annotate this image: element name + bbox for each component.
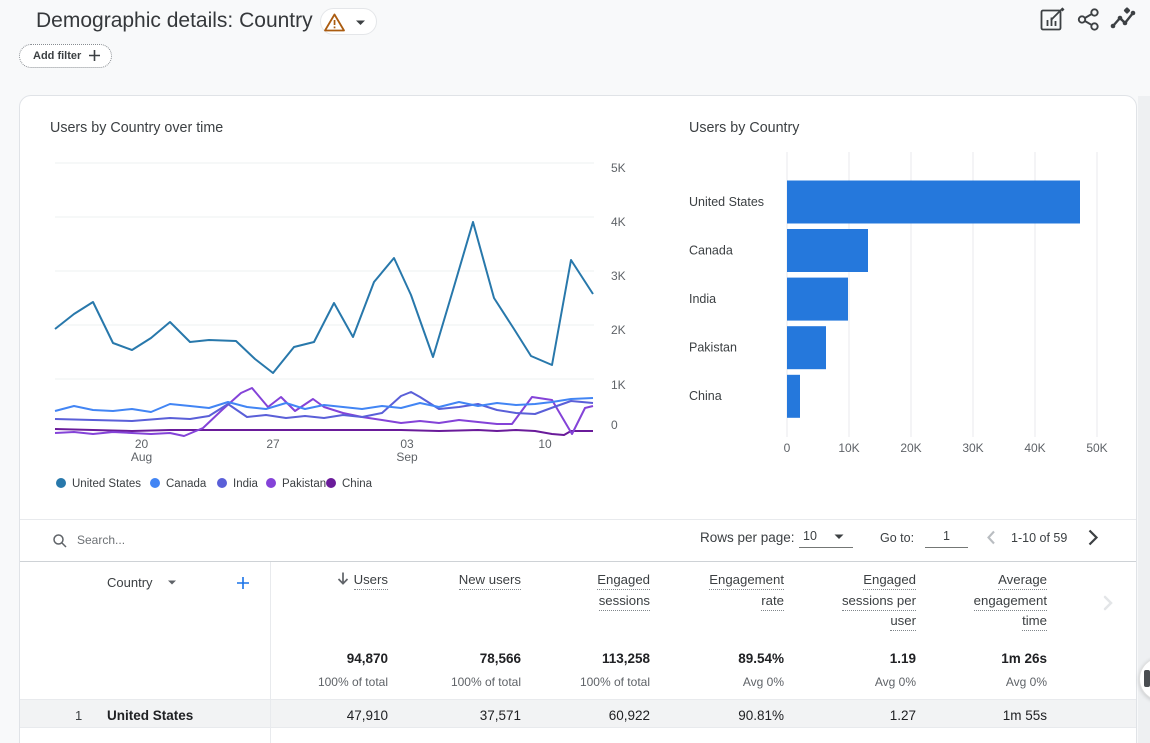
svg-text:1K: 1K <box>611 378 626 392</box>
svg-text:10K: 10K <box>838 441 859 455</box>
svg-text:India: India <box>689 292 716 306</box>
svg-text:20: 20 <box>135 437 149 451</box>
svg-text:United States: United States <box>689 195 764 209</box>
svg-text:20K: 20K <box>900 441 921 455</box>
svg-text:30K: 30K <box>962 441 983 455</box>
svg-text:10: 10 <box>538 437 552 451</box>
svg-text:50K: 50K <box>1086 441 1107 455</box>
svg-text:5K: 5K <box>611 161 626 175</box>
svg-text:4K: 4K <box>611 215 626 229</box>
svg-text:27: 27 <box>266 437 280 451</box>
svg-text:03: 03 <box>400 437 414 451</box>
svg-text:Canada: Canada <box>689 244 733 258</box>
svg-text:40K: 40K <box>1024 441 1045 455</box>
svg-text:Pakistan: Pakistan <box>689 341 737 355</box>
svg-text:0: 0 <box>611 418 618 432</box>
svg-text:3K: 3K <box>611 269 626 283</box>
svg-text:2K: 2K <box>611 323 626 337</box>
svg-text:China: China <box>689 389 722 403</box>
svg-text:Aug: Aug <box>131 450 152 464</box>
svg-text:Sep: Sep <box>396 450 418 464</box>
svg-text:0: 0 <box>784 441 791 455</box>
